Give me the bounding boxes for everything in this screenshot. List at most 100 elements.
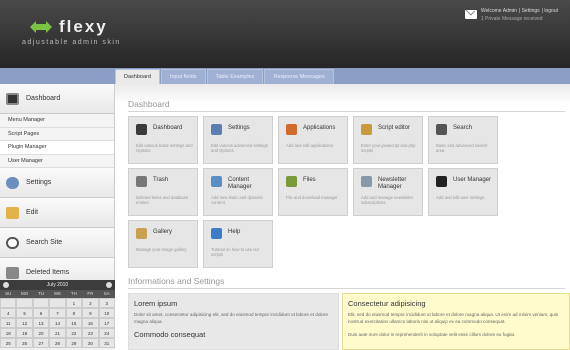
tile-files[interactable]: Files File and download manager	[278, 168, 348, 216]
panel-heading: Consectetur adipisicing	[348, 299, 426, 308]
tile-description: Basic and advanced search area	[436, 143, 488, 153]
tile-search[interactable]: Search Basic and advanced search area	[428, 116, 498, 164]
magnifier-icon	[436, 124, 447, 135]
calendar-weekday: FR	[87, 291, 94, 296]
calendar-weekdays: SU MO TU WE TH FR SA	[0, 290, 115, 298]
sidebar-item-label: Search Site	[26, 239, 63, 246]
panel-text: Dolor sit amet, consectetur adipisicing …	[134, 312, 329, 324]
sidebar-item-dashboard[interactable]: Dashboard	[0, 84, 114, 114]
tile-label: Search	[453, 125, 473, 131]
calendar-day[interactable]: 10	[98, 308, 115, 318]
calendar-day[interactable]: 27	[32, 338, 50, 348]
tools-icon	[286, 124, 297, 135]
calendar-day[interactable]: 1	[65, 298, 83, 308]
calendar-day	[49, 298, 66, 308]
calendar-next-button[interactable]	[106, 282, 112, 288]
mail-icon[interactable]	[464, 10, 477, 19]
calendar-day	[0, 298, 17, 308]
calendar-day[interactable]: 28	[49, 338, 66, 348]
calendar-weekday: TU	[38, 291, 45, 296]
calendar-day[interactable]: 19	[16, 328, 33, 338]
sidebar-subitem-menu-manager[interactable]: Menu Manager	[0, 114, 114, 128]
tile-label: Trash	[153, 177, 169, 183]
calendar-day	[32, 298, 50, 308]
folder-icon	[286, 176, 297, 187]
calendar-day[interactable]: 7	[49, 308, 66, 318]
sidebar-item-edit[interactable]: Edit	[0, 198, 114, 228]
private-messages-link[interactable]: 1 Private Message received	[481, 16, 560, 22]
calendar-month: July 2010	[46, 282, 69, 288]
calendar-grid: 1 2 3 4 5 6 7 8 9 10 11 12 13 14 15 16 17 18 19 20 21 22 23 24 2…	[0, 298, 115, 348]
info-panel-left: Lorem ipsum Dolor sit amet, consectetur …	[128, 293, 339, 350]
calendar-day[interactable]: 26	[16, 338, 33, 348]
calendar-day[interactable]: 12	[16, 318, 33, 328]
tile-newsletter-manager[interactable]: Newsletter Manager Add and manage newslet…	[353, 168, 423, 216]
dashboard-title: Dashboard	[128, 99, 170, 109]
monitor-icon	[6, 92, 19, 105]
tile-label: Gallery	[153, 229, 173, 235]
gear-icon	[211, 124, 222, 135]
calendar-day[interactable]: 21	[49, 328, 66, 338]
tile-gallery[interactable]: Gallery Manage your image gallery	[128, 220, 198, 268]
info-title: Informations and Settings	[128, 276, 225, 286]
calendar-day[interactable]: 4	[0, 308, 17, 318]
calendar-day[interactable]: 8	[65, 308, 83, 318]
calendar-day[interactable]: 2	[82, 298, 99, 308]
calendar-day[interactable]: 9	[82, 308, 99, 318]
sidebar-item-label: Dashboard	[26, 95, 61, 102]
calendar-day[interactable]: 22	[65, 328, 83, 338]
tile-description: Add and edit user settings	[436, 195, 485, 200]
double-arrow-icon	[30, 21, 52, 33]
sidebar-item-settings[interactable]: Settings	[0, 168, 114, 198]
tile-help[interactable]: Help Tutorial on how to use our scripts	[203, 220, 273, 268]
calendar-day[interactable]: 25	[0, 338, 17, 348]
calendar-day[interactable]: 30	[82, 338, 99, 348]
tile-script-editor[interactable]: Script editor Enter your javascript and p…	[353, 116, 423, 164]
panel-heading: Lorem ipsum	[134, 299, 178, 308]
logout-link[interactable]: logout	[544, 8, 558, 14]
tile-content-manager[interactable]: Content Manager Add new static and dynami…	[203, 168, 273, 216]
tile-trash[interactable]: Trash Deleted items and database entries	[128, 168, 198, 216]
sidebar-subitem-user-manager[interactable]: User Manager	[0, 154, 114, 168]
tab-response-messages[interactable]: Response Messages	[264, 69, 334, 84]
calendar-prev-button[interactable]	[3, 282, 9, 288]
calendar-day[interactable]: 5	[16, 308, 33, 318]
tile-description: Edit various advanced settings and Optio…	[211, 143, 268, 153]
tile-applications[interactable]: Applications Add and edit applications	[278, 116, 348, 164]
content-icon	[211, 176, 222, 187]
calendar-day[interactable]: 14	[49, 318, 66, 328]
gear-icon	[6, 176, 19, 189]
calendar-day[interactable]: 24	[98, 328, 115, 338]
sidebar-subitem-script-pages[interactable]: Script Pages	[0, 127, 114, 141]
calendar-day[interactable]: 29	[65, 338, 83, 348]
tab-dashboard[interactable]: Dashboard	[115, 69, 160, 84]
calendar-day[interactable]: 13	[32, 318, 50, 328]
calendar-day[interactable]: 18	[0, 328, 17, 338]
calendar-day[interactable]: 15	[65, 318, 83, 328]
calendar-day[interactable]: 16	[82, 318, 99, 328]
tab-input-fields[interactable]: Input fields	[160, 69, 206, 84]
calendar-day[interactable]: 6	[32, 308, 50, 318]
tile-settings[interactable]: Settings Edit various advanced settings a…	[203, 116, 273, 164]
calendar-day[interactable]: 3	[98, 298, 115, 308]
calendar-header: July 2010	[0, 280, 115, 290]
calendar-day[interactable]: 17	[98, 318, 115, 328]
tab-table-examples[interactable]: Table Examples	[206, 69, 264, 84]
sidebar-item-search-site[interactable]: Search Site	[0, 228, 114, 258]
sidebar-subitem-plugin-manager[interactable]: Plugin Manager	[0, 141, 114, 155]
calendar-weekday: SA	[103, 291, 110, 296]
tile-dashboard[interactable]: Dashboard Edit various basic settings and…	[128, 116, 198, 164]
calendar-day	[16, 298, 33, 308]
tile-label: Files	[303, 177, 316, 183]
calendar-day[interactable]: 31	[98, 338, 115, 348]
tile-user-manager[interactable]: User Manager Add and edit user settings	[428, 168, 498, 216]
logo-title: flexy	[59, 17, 108, 36]
newsletter-icon	[361, 176, 372, 187]
calendar-day[interactable]: 11	[0, 318, 17, 328]
panel-text: Duis aute irure dolor in reprehenderit i…	[348, 332, 516, 337]
trash-icon	[136, 176, 147, 187]
calendar-day[interactable]: 23	[82, 328, 99, 338]
calendar-weekday: WE	[53, 291, 62, 296]
settings-link[interactable]: Settings	[522, 8, 540, 14]
calendar-day[interactable]: 20	[32, 328, 50, 338]
